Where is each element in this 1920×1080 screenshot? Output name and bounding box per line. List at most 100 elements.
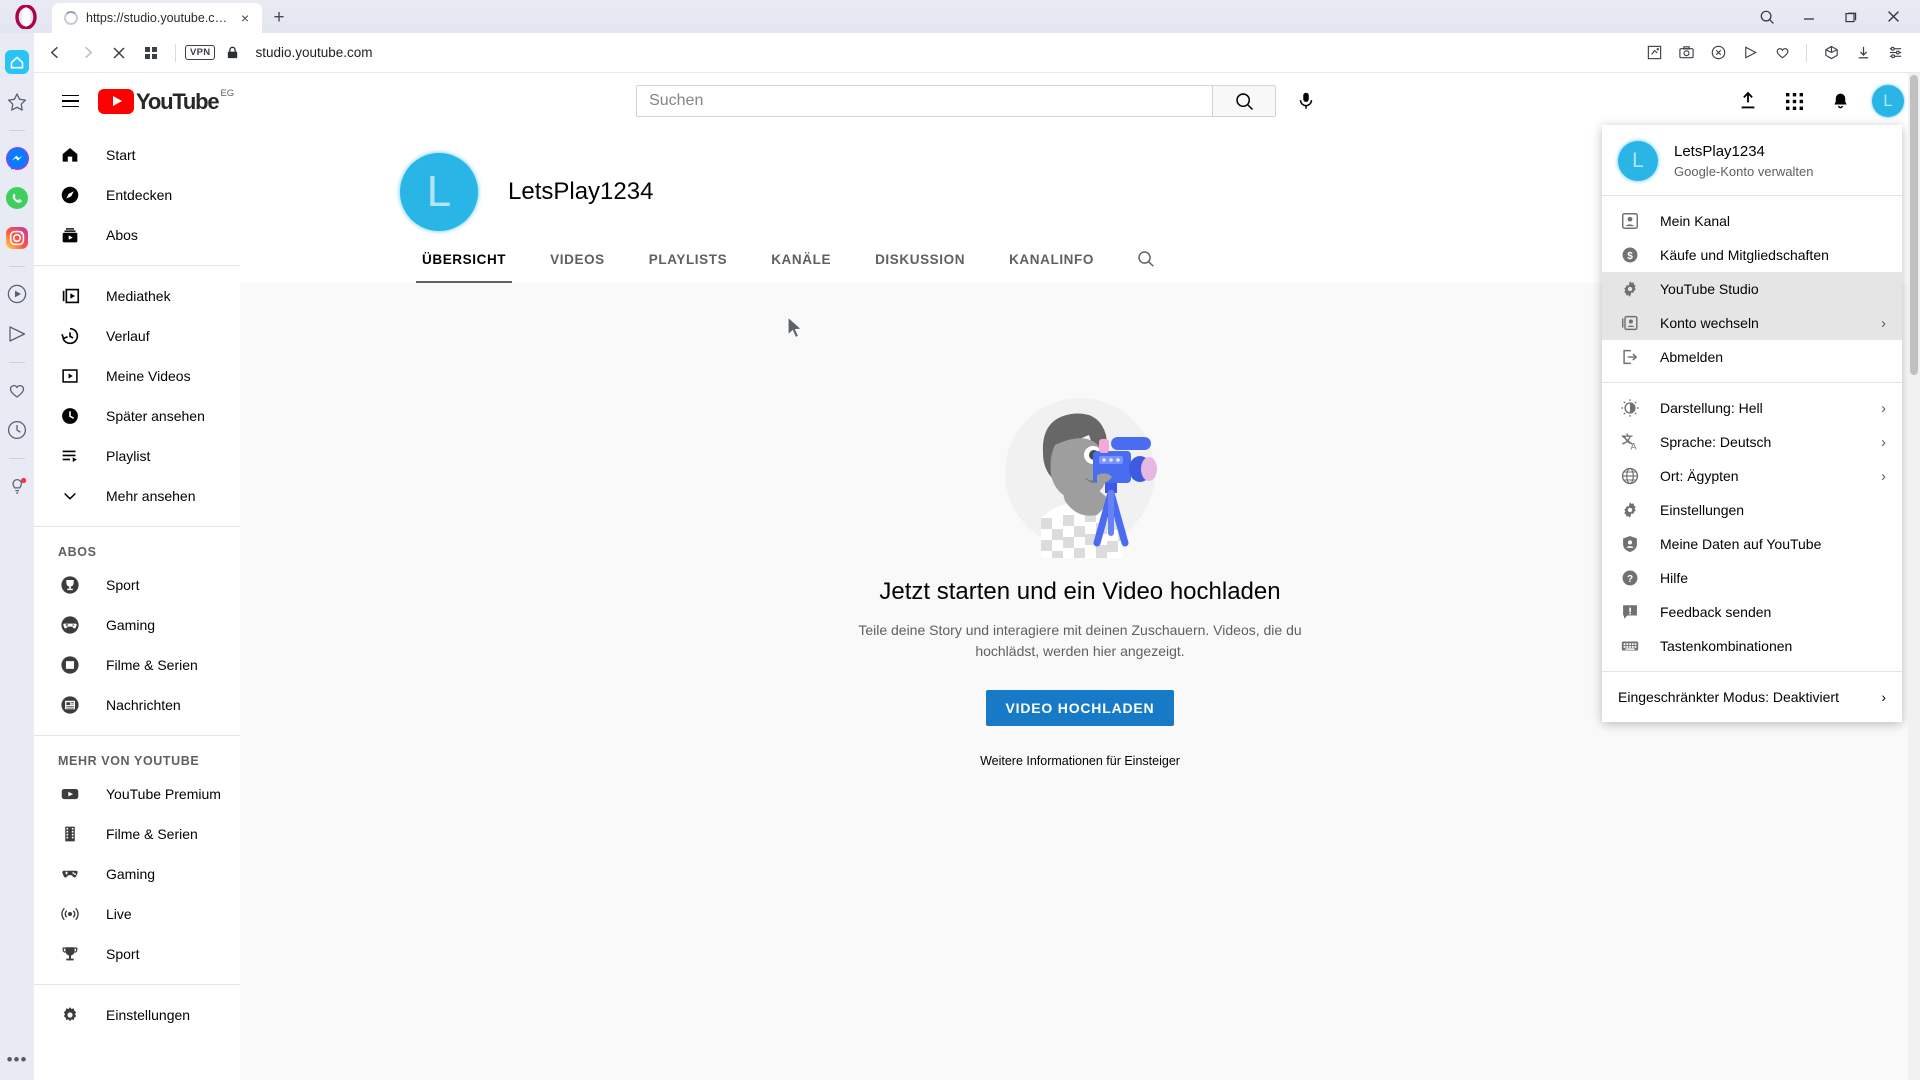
menu-item-eingeschraenkter-modus[interactable]: Eingeschränkter Modus: Deaktiviert › (1602, 680, 1902, 714)
tab-uebersicht[interactable]: ÜBERSICHT (400, 235, 528, 283)
manage-google-account-link[interactable]: Google-Konto verwalten (1674, 164, 1813, 179)
pin-page-icon[interactable] (1639, 38, 1669, 68)
menu-item-kaeufe-mitgliedschaften[interactable]: $ Käufe und Mitgliedschaften (1602, 238, 1902, 272)
send-icon[interactable] (1735, 38, 1765, 68)
speeddial-icon[interactable] (136, 38, 166, 68)
sidebar-item-sub-nachrichten[interactable]: Nachrichten (34, 685, 240, 725)
sidebar-item-more-gaming[interactable]: Gaming (34, 854, 240, 894)
sidebar-item-youtube-premium[interactable]: YouTube Premium (34, 774, 240, 814)
menu-item-feedback[interactable]: Feedback senden (1602, 595, 1902, 629)
channel-avatar[interactable]: L (400, 153, 478, 231)
guide-section-more-header: MEHR VON YOUTUBE (58, 754, 200, 768)
search-input[interactable] (636, 85, 1213, 117)
sidebar-item-playlist[interactable]: Playlist (34, 436, 240, 476)
youtube-logo[interactable]: YouTube EG (98, 87, 235, 114)
guide-menu-button[interactable] (50, 81, 90, 121)
sidebar-item-spaeter-ansehen[interactable]: Später ansehen (34, 396, 240, 436)
vpn-badge[interactable]: VPN (185, 45, 216, 60)
sidebar-item-more-filme-serien[interactable]: Filme & Serien (34, 814, 240, 854)
notifications-bell-icon[interactable] (1820, 81, 1860, 121)
search-submit-button[interactable] (1212, 85, 1277, 117)
menu-item-youtube-studio[interactable]: YouTube Studio (1602, 272, 1902, 306)
rail-history-clock-icon[interactable] (0, 413, 34, 447)
address-bar[interactable]: studio.youtube.com (249, 45, 1637, 60)
rail-lightbulb-icon[interactable] (0, 469, 34, 503)
youtube-page: YouTube EG Suchen L Start Entdecken Abos… (34, 73, 1920, 1080)
downloads-icon[interactable] (1848, 38, 1878, 68)
sidebar-item-einstellungen[interactable]: Einstellungen (34, 995, 240, 1035)
window-close-button[interactable] (1872, 2, 1914, 32)
sidebar-item-mehr-ansehen[interactable]: Mehr ansehen (34, 476, 240, 516)
upload-icon[interactable] (1728, 81, 1768, 121)
gear-icon (1618, 498, 1642, 522)
sidebar-item-label: Nachrichten (106, 697, 181, 713)
beginner-info-link[interactable]: Weitere Informationen für Einsteiger (980, 754, 1180, 768)
new-tab-button[interactable]: + (262, 3, 296, 33)
sidebar-item-abos[interactable]: Abos (34, 215, 240, 255)
window-minimize-button[interactable] (1788, 2, 1830, 32)
adblock-shield-icon[interactable] (1703, 38, 1733, 68)
account-hero: L LetsPlay1234 Google-Konto verwalten (1602, 125, 1902, 195)
account-avatar-button[interactable]: L (1872, 85, 1904, 117)
rail-messenger-icon[interactable] (0, 141, 34, 175)
youtube-country-code: EG (220, 87, 235, 99)
forward-icon[interactable] (72, 38, 102, 68)
tab-videos[interactable]: VIDEOS (528, 235, 627, 283)
scrollbar-thumb[interactable] (1910, 75, 1918, 375)
chevron-right-icon: › (1881, 433, 1886, 451)
sidebar-item-label: Playlist (106, 448, 151, 464)
sidebar-item-more-sport[interactable]: Sport (34, 934, 240, 974)
menu-item-meine-daten[interactable]: Meine Daten auf YouTube (1602, 527, 1902, 561)
tab-playlists[interactable]: PLAYLISTS (627, 235, 749, 283)
sidebar-item-sub-gaming[interactable]: Gaming (34, 605, 240, 645)
window-search-icon[interactable] (1746, 2, 1788, 32)
upload-video-button[interactable]: VIDEO HOCHLADEN (985, 690, 1175, 726)
crypto-wallet-icon[interactable] (1816, 38, 1846, 68)
rail-player-icon[interactable] (0, 277, 34, 311)
rail-speeddial-star-icon[interactable] (0, 85, 34, 119)
tab-kanalinfo[interactable]: KANALINFO (987, 235, 1116, 283)
rail-more-button[interactable]: ••• (0, 1050, 34, 1070)
sidebar-item-verlauf[interactable]: Verlauf (34, 316, 240, 356)
menu-item-hilfe[interactable]: ? Hilfe (1602, 561, 1902, 595)
tab-diskussion[interactable]: DISKUSSION (853, 235, 987, 283)
back-icon[interactable] (40, 38, 70, 68)
rail-telegram-icon[interactable] (0, 317, 34, 351)
window-maximize-button[interactable] (1830, 2, 1872, 32)
studio-gear-icon (1618, 277, 1642, 301)
menu-item-darstellung[interactable]: Darstellung: Hell › (1602, 391, 1902, 425)
sidebar-item-mediathek[interactable]: Mediathek (34, 276, 240, 316)
sidebar-item-entdecken[interactable]: Entdecken (34, 175, 240, 215)
menu-item-ort[interactable]: Ort: Ägypten › (1602, 459, 1902, 493)
rail-instagram-icon[interactable] (0, 221, 34, 255)
menu-item-sprache[interactable]: 文A Sprache: Deutsch › (1602, 425, 1902, 459)
sidebar-item-meine-videos[interactable]: Meine Videos (34, 356, 240, 396)
tab-close-icon[interactable]: × (236, 9, 254, 27)
menu-item-einstellungen[interactable]: Einstellungen (1602, 493, 1902, 527)
menu-item-tastenkombinationen[interactable]: Tastenkombinationen (1602, 629, 1902, 663)
rail-whatsapp-icon[interactable] (0, 181, 34, 215)
sidebar-item-live[interactable]: Live (34, 894, 240, 934)
voice-search-button[interactable] (1286, 81, 1326, 121)
help-icon: ? (1618, 566, 1642, 590)
menu-item-abmelden[interactable]: Abmelden (1602, 340, 1902, 374)
rail-heart-icon[interactable] (0, 373, 34, 407)
heart-icon[interactable] (1767, 38, 1797, 68)
menu-item-konto-wechseln[interactable]: Konto wechseln › (1602, 306, 1902, 340)
browser-tab[interactable]: https://studio.youtube.com × (52, 3, 262, 33)
sidebar-item-label: Filme & Serien (106, 657, 198, 673)
apps-grid-icon[interactable] (1774, 81, 1814, 121)
easy-setup-icon[interactable] (1880, 38, 1910, 68)
page-scrollbar[interactable] (1908, 73, 1920, 1080)
snapshot-camera-icon[interactable] (1671, 38, 1701, 68)
sidebar-item-start[interactable]: Start (34, 135, 240, 175)
tab-kanaele[interactable]: KANÄLE (749, 235, 853, 283)
lock-icon[interactable] (217, 38, 247, 68)
menu-item-mein-kanal[interactable]: Mein Kanal (1602, 204, 1902, 238)
sidebar-item-sub-sport[interactable]: Sport (34, 565, 240, 605)
channel-search-icon[interactable] (1126, 235, 1166, 283)
guide-sidebar: Start Entdecken Abos Mediathek Verlauf M… (34, 129, 240, 1080)
sidebar-item-sub-filme-serien[interactable]: Filme & Serien (34, 645, 240, 685)
stop-icon[interactable] (104, 38, 134, 68)
rail-home-icon[interactable] (0, 45, 34, 79)
